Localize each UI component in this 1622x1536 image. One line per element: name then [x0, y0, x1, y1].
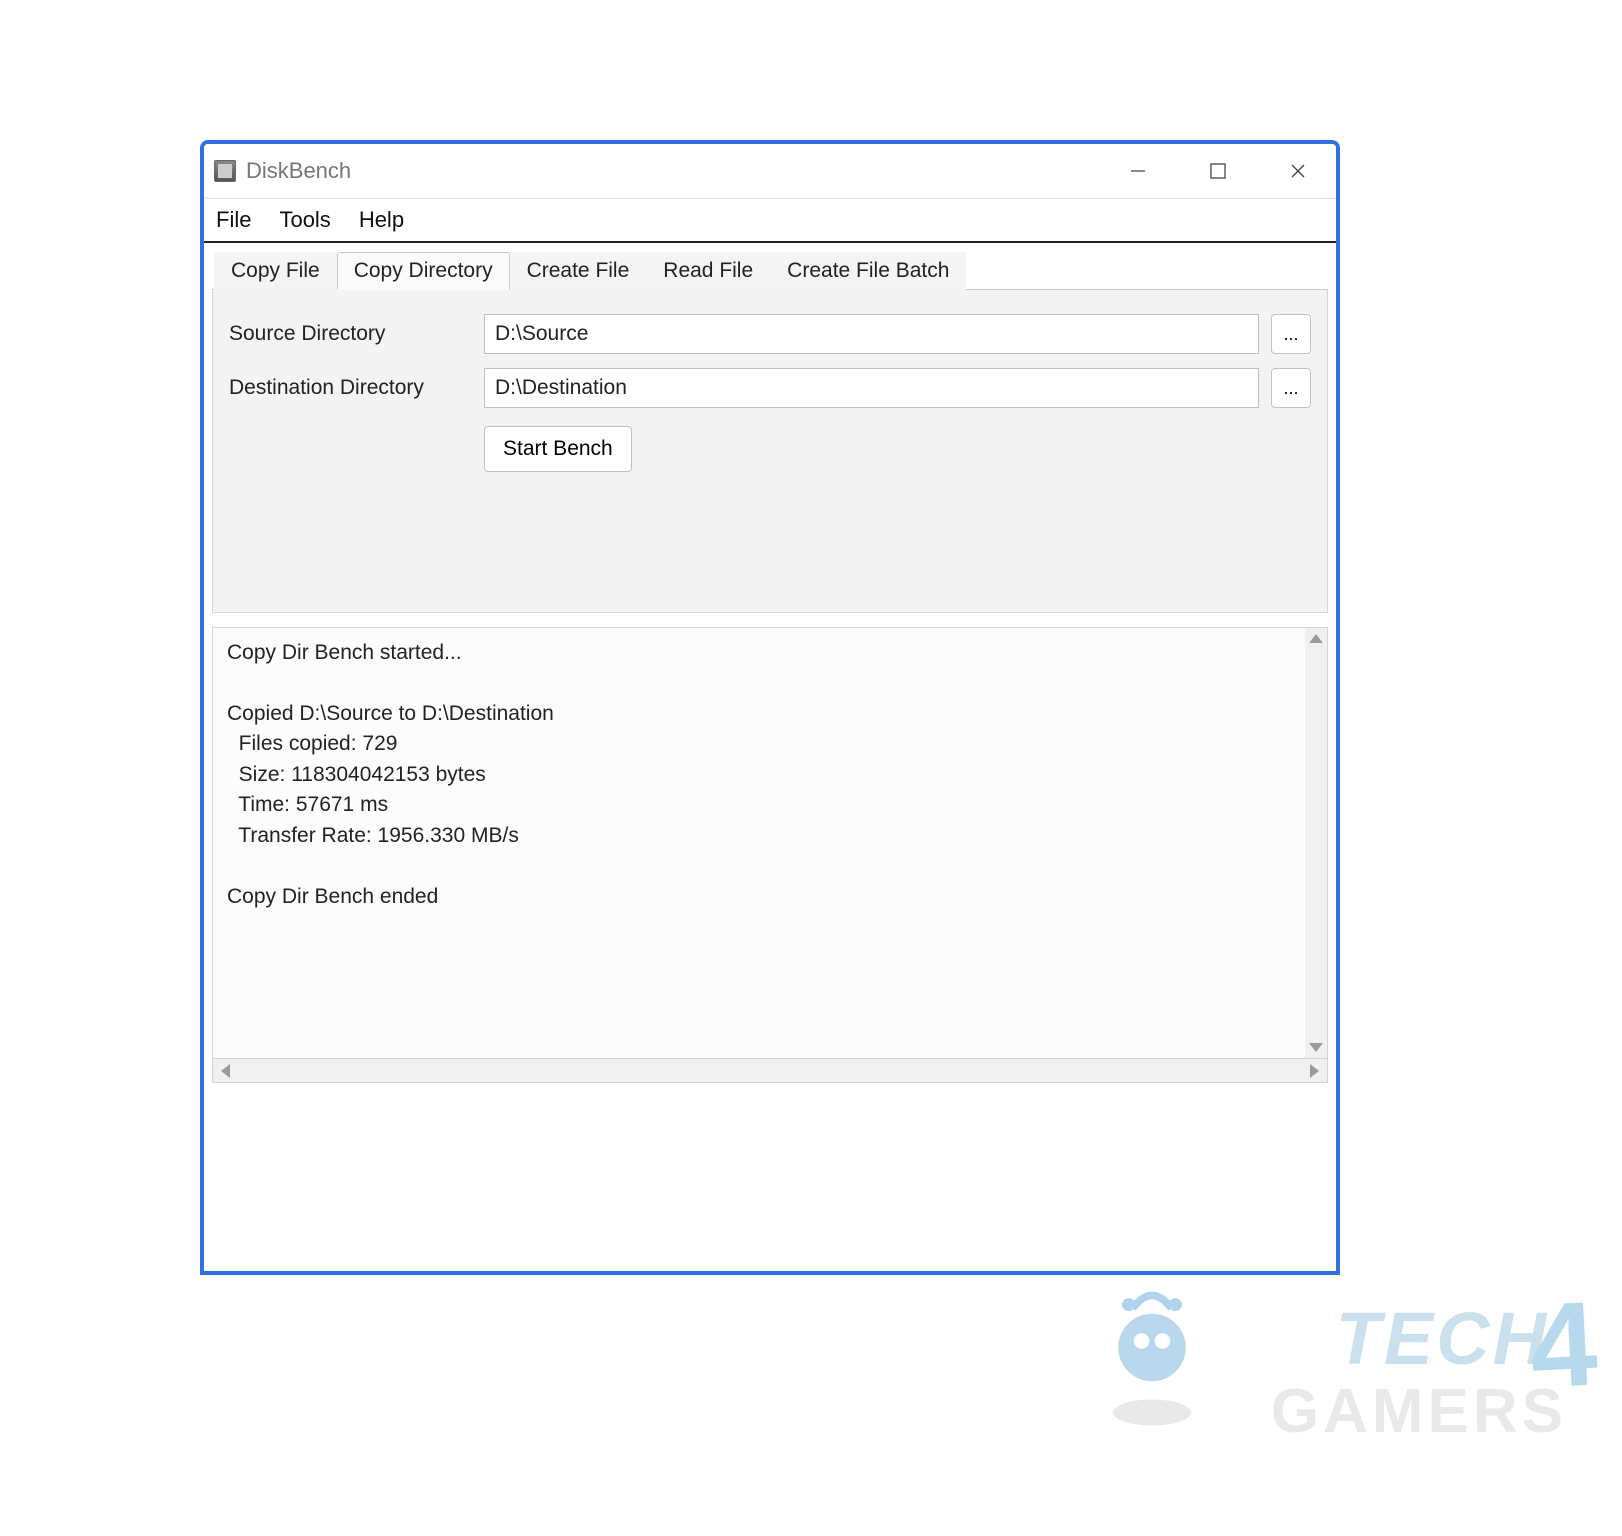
horizontal-scrollbar[interactable] — [212, 1059, 1328, 1083]
scroll-left-icon[interactable] — [221, 1064, 230, 1078]
watermark: TECH 4 GAMERS — [1087, 1266, 1567, 1441]
watermark-text-top: TECH — [1336, 1296, 1549, 1381]
tab-create-file[interactable]: Create File — [510, 252, 647, 290]
tab-read-file[interactable]: Read File — [646, 252, 770, 290]
window-title: DiskBench — [246, 158, 1118, 184]
source-row: Source Directory ... — [229, 314, 1311, 354]
output-text[interactable]: Copy Dir Bench started... Copied D:\Sour… — [213, 628, 1305, 1058]
tab-copy-file[interactable]: Copy File — [214, 252, 337, 290]
close-button[interactable] — [1278, 151, 1318, 191]
app-window: DiskBench File Tools Help Copy File Copy… — [200, 140, 1340, 1275]
minimize-button[interactable] — [1118, 151, 1158, 191]
start-bench-button[interactable]: Start Bench — [484, 426, 632, 472]
watermark-text-four: 4 — [1527, 1274, 1601, 1415]
start-row: Start Bench — [229, 426, 1311, 472]
titlebar[interactable]: DiskBench — [204, 144, 1336, 199]
vertical-scrollbar[interactable] — [1305, 628, 1327, 1058]
client-area: Copy File Copy Directory Create File Rea… — [204, 243, 1336, 1091]
scroll-right-icon[interactable] — [1310, 1064, 1319, 1078]
scroll-up-icon[interactable] — [1309, 634, 1323, 643]
browse-source-button[interactable]: ... — [1271, 314, 1311, 354]
destination-label: Destination Directory — [229, 376, 484, 400]
mascot-icon — [1087, 1276, 1217, 1426]
source-label: Source Directory — [229, 322, 484, 346]
scroll-down-icon[interactable] — [1309, 1043, 1323, 1052]
destination-input[interactable] — [484, 368, 1259, 408]
menu-help[interactable]: Help — [359, 207, 404, 233]
window-controls — [1118, 151, 1318, 191]
app-icon — [214, 160, 236, 182]
watermark-text-bottom: GAMERS — [1271, 1376, 1567, 1447]
tab-create-file-batch[interactable]: Create File Batch — [770, 252, 966, 290]
tabstrip: Copy File Copy Directory Create File Rea… — [212, 251, 1328, 290]
menu-file[interactable]: File — [216, 207, 251, 233]
menubar: File Tools Help — [204, 199, 1336, 243]
output-panel: Copy Dir Bench started... Copied D:\Sour… — [212, 627, 1328, 1059]
source-input[interactable] — [484, 314, 1259, 354]
browse-destination-button[interactable]: ... — [1271, 368, 1311, 408]
form-panel: Source Directory ... Destination Directo… — [212, 290, 1328, 613]
destination-row: Destination Directory ... — [229, 368, 1311, 408]
tab-copy-directory[interactable]: Copy Directory — [337, 252, 510, 290]
maximize-button[interactable] — [1198, 151, 1238, 191]
menu-tools[interactable]: Tools — [279, 207, 330, 233]
